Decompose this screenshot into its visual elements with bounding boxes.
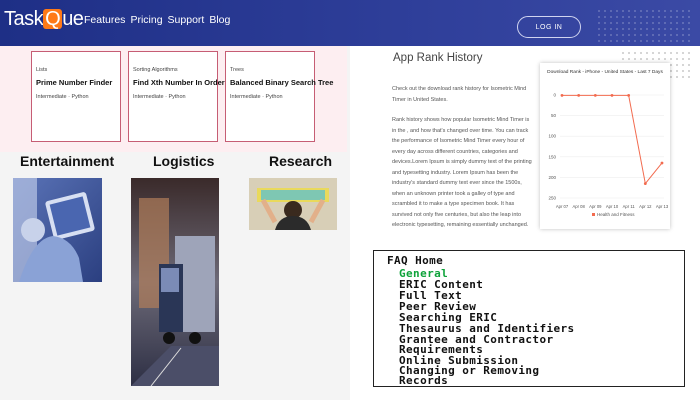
chart-y-tick-label: 0 [553, 93, 556, 98]
chart-data-point [643, 182, 647, 185]
header-dot-pattern [596, 8, 692, 44]
chart-x-tick-label: Apr 08 [572, 204, 585, 209]
chart-y-tick-label: 250 [548, 196, 556, 201]
chart-data-point [593, 94, 597, 97]
nav-features[interactable]: Features [84, 14, 125, 26]
category-entertainment-title: Entertainment [20, 153, 115, 169]
chart-legend-swatch [592, 213, 595, 216]
chart-x-tick-label: Apr 12 [639, 204, 652, 209]
card-tag: Lists [36, 67, 48, 73]
rank-history-title: App Rank History [393, 52, 483, 64]
chart-x-tick-label: Apr 11 [623, 204, 636, 209]
category-research-title: Research [269, 153, 333, 169]
chart-series-line [562, 94, 663, 185]
card-title: Find Xth Number In Order [133, 78, 225, 87]
chart-data-point [560, 94, 564, 97]
logo-text-end: ue [62, 8, 84, 30]
card-tag: Trees [230, 67, 244, 73]
chart-x-tick-label: Apr 07 [556, 204, 569, 209]
faq-home-link[interactable]: FAQ Home [387, 254, 443, 267]
card-meta: Intermediate · Python [133, 94, 186, 100]
chart-y-tick-label: 150 [548, 154, 556, 159]
page-root: Task Que Features Pricing Support Blog LO… [0, 0, 700, 400]
research-image [249, 178, 337, 230]
chart-x-tick-label: Apr 13 [656, 204, 669, 209]
entertainment-image [13, 178, 102, 282]
rank-chart-card: Download Rank - iPhone - United States -… [540, 63, 670, 229]
challenge-card[interactable]: Lists Prime Number Finder Intermediate ·… [31, 51, 121, 142]
chart-y-tick-label: 100 [548, 134, 556, 139]
challenge-card[interactable]: Sorting Algorithms Find Xth Number In Or… [128, 51, 225, 142]
rank-line-chart: 0 50 100 150 200 250Apr 07 Apr 08 Apr 09 Apr 10 A… [548, 93, 669, 218]
nav-pricing[interactable]: Pricing [130, 14, 162, 26]
logo-q-mark: Q [43, 8, 63, 30]
chart-data-point [660, 161, 664, 165]
category-logistics-title: Logistics [153, 153, 215, 169]
faq-menu: FAQ Home General ERIC Content Full Text … [373, 250, 685, 387]
rank-body-text: Rank history shows how popular Isometric… [392, 117, 532, 228]
chart-legend-label: Health and Fitness [597, 212, 635, 217]
challenge-card[interactable]: Trees Balanced Binary Search Tree Interm… [225, 51, 333, 142]
rank-intro-text: Check out the download rank history for … [392, 86, 527, 103]
logo-text-start: Task [4, 8, 44, 30]
faq-item-records[interactable]: Records [399, 374, 448, 387]
chart-data-point [610, 94, 614, 97]
chart-data-point [627, 94, 631, 97]
brand-logo[interactable]: Task Que [4, 8, 84, 31]
card-tag: Sorting Algorithms [133, 67, 178, 73]
login-button[interactable]: LOG IN [517, 16, 581, 38]
chart-x-tick-label: Apr 10 [606, 204, 619, 209]
nav-blog[interactable]: Blog [209, 14, 230, 26]
chart-y-tick-label: 50 [551, 113, 557, 118]
chart-data-point [577, 94, 581, 97]
nav-support[interactable]: Support [168, 14, 205, 26]
card-meta: Intermediate · Python [230, 94, 283, 100]
logistics-image [131, 178, 219, 386]
chart-x-tick-label: Apr 09 [589, 204, 602, 209]
card-title: Balanced Binary Search Tree [230, 78, 334, 87]
card-title: Prime Number Finder [36, 78, 113, 87]
top-navbar: Task Que Features Pricing Support Blog LO… [0, 0, 700, 46]
chart-y-tick-label: 200 [548, 175, 556, 180]
card-meta: Intermediate · Python [36, 94, 89, 100]
main-nav: Features Pricing Support Blog [84, 14, 230, 26]
